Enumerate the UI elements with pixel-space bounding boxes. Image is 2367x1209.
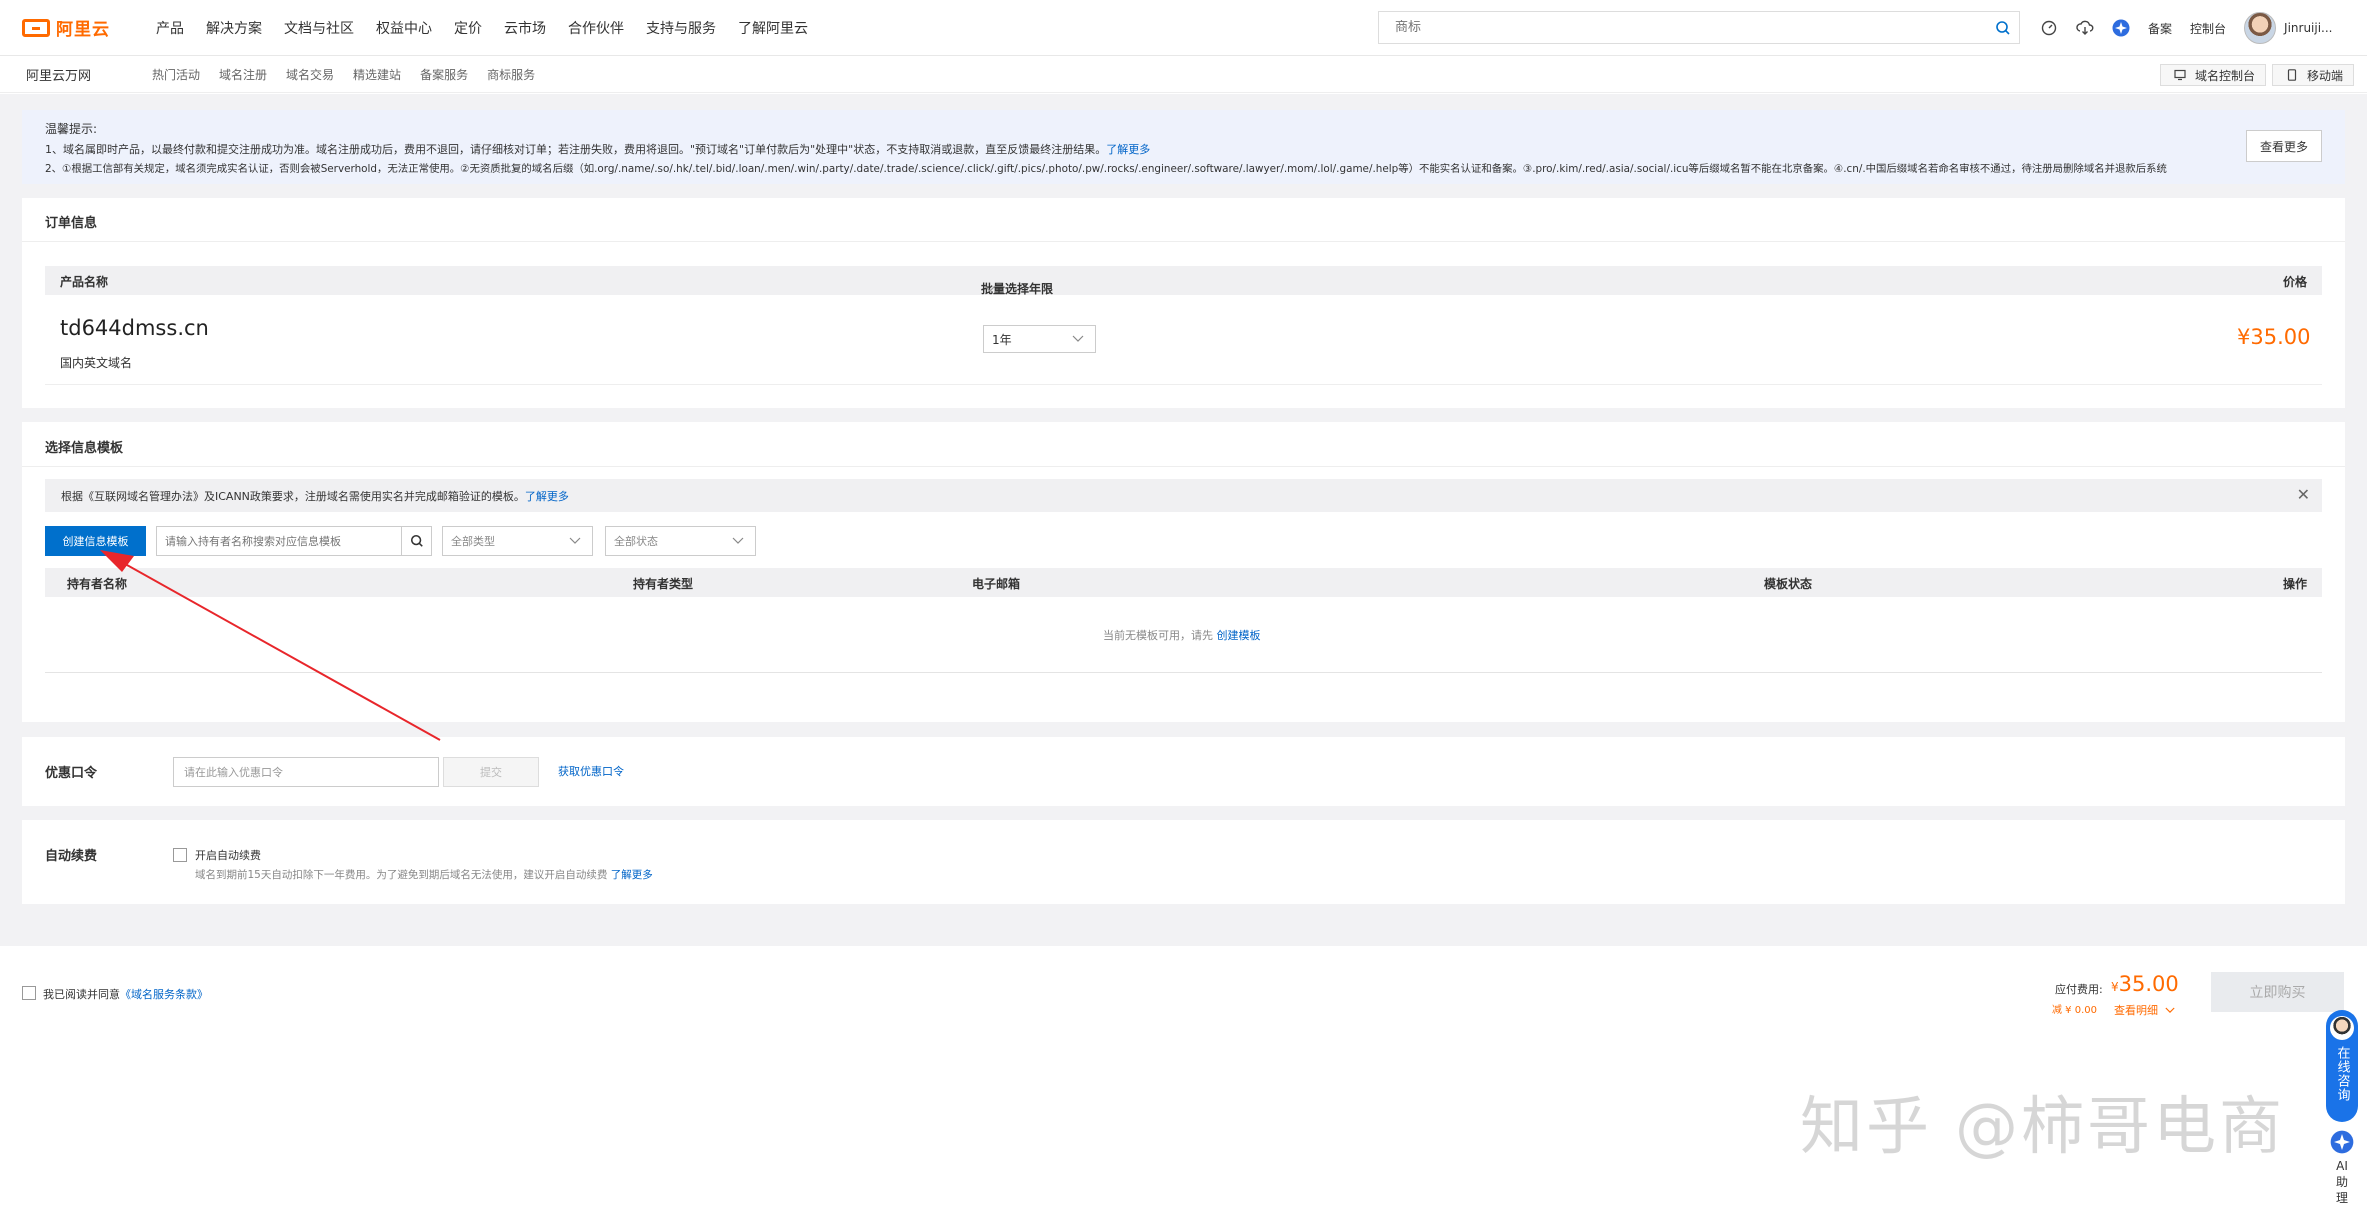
ai-assistant-icon bbox=[2330, 1130, 2354, 1154]
annotation-arrow bbox=[100, 550, 441, 741]
watermark: 知乎 @柿哥电商 bbox=[1800, 1090, 2286, 1163]
ai-assistant-button[interactable]: AI助理 bbox=[2326, 1130, 2358, 1209]
online-consult-label: 在线咨询 bbox=[2334, 1046, 2350, 1102]
online-consult-button[interactable]: 在线咨询 bbox=[2326, 1010, 2358, 1122]
agent-avatar bbox=[2330, 1016, 2354, 1040]
ai-assistant-label: AI助理 bbox=[2335, 1159, 2348, 1205]
